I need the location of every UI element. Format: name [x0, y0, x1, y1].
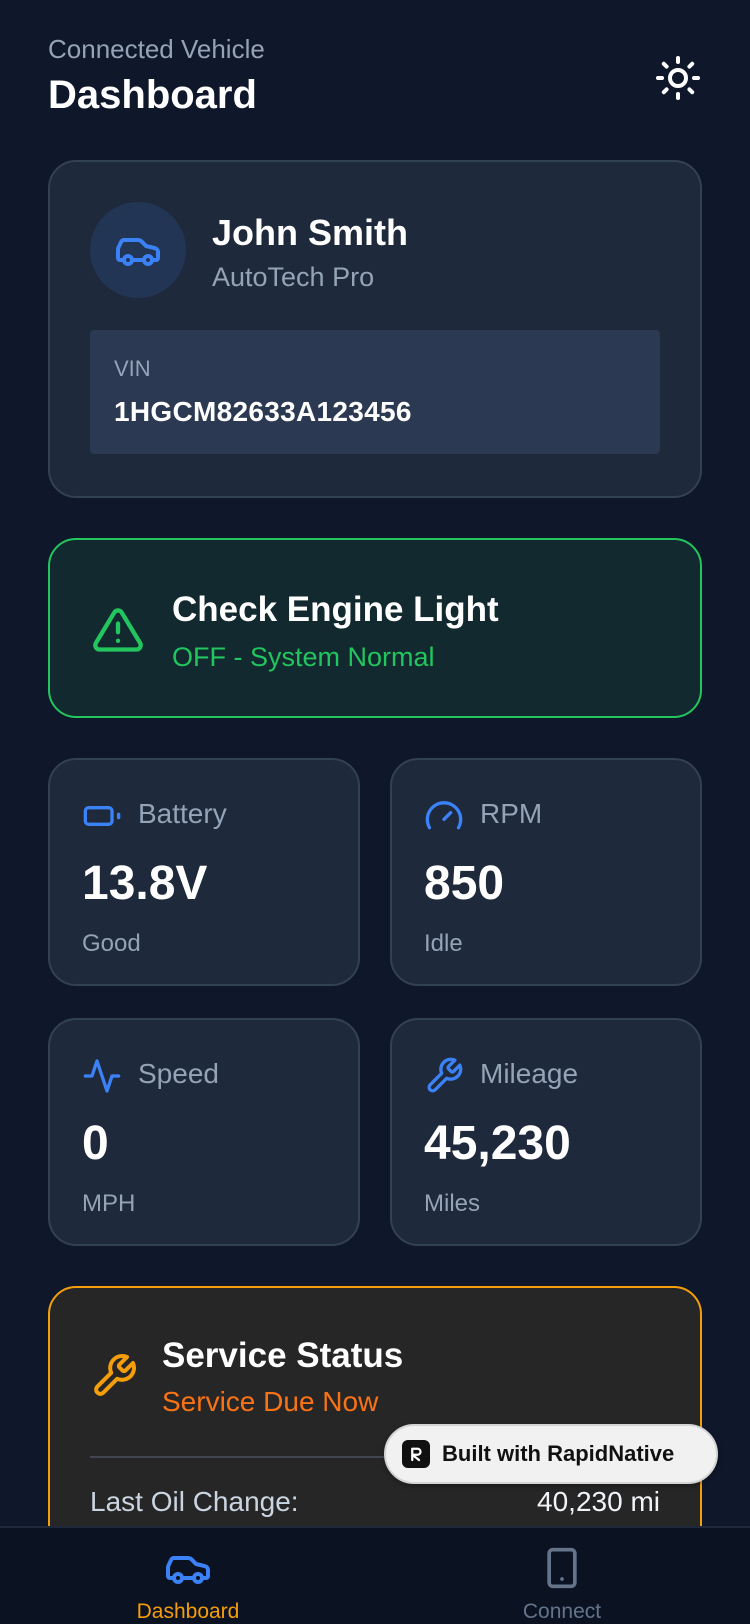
page-subtitle: Connected Vehicle	[48, 34, 265, 64]
tab-label: Dashboard	[136, 1600, 240, 1623]
gauge-icon	[424, 796, 464, 836]
metric-label: Speed	[138, 1058, 219, 1089]
smartphone-icon	[540, 1544, 584, 1597]
theme-toggle-button[interactable]	[654, 54, 702, 102]
metric-sub: Miles	[424, 1190, 481, 1217]
service-row: Last Oil Change: 40,230 mi	[90, 1486, 660, 1518]
bottom-nav: Dashboard Connect	[0, 1526, 750, 1624]
sun-icon	[656, 56, 700, 100]
user-company: AutoTech Pro	[212, 262, 375, 292]
metric-value: 850	[424, 857, 505, 910]
car-icon	[116, 238, 160, 266]
metric-value: 0	[82, 1117, 109, 1170]
badge-label: Built with RapidNative	[442, 1441, 675, 1466]
metric-value: 13.8V	[82, 857, 208, 910]
tab-connect[interactable]: Connect	[462, 1528, 662, 1624]
metric-sub: Good	[82, 930, 141, 957]
vin-label: VIN	[114, 356, 151, 381]
profile-card: John Smith AutoTech Pro VIN 1HGCM82633A1…	[48, 160, 702, 498]
metric-card-speed: Speed 0 MPH	[48, 1018, 360, 1246]
alert-status: OFF - System Normal	[172, 642, 435, 672]
vin-box: VIN 1HGCM82633A123456	[90, 330, 660, 454]
service-status: Service Due Now	[162, 1386, 379, 1417]
warning-triangle-icon	[93, 608, 143, 652]
metric-label: Mileage	[480, 1058, 579, 1089]
metric-card-rpm: RPM 850 Idle	[390, 758, 702, 986]
car-icon	[164, 1544, 212, 1597]
activity-icon	[82, 1056, 122, 1096]
metric-card-mileage: Mileage 45,230 Miles	[390, 1018, 702, 1246]
metric-sub: Idle	[424, 930, 463, 957]
service-row-label: Last Oil Change:	[90, 1486, 299, 1517]
metric-sub: MPH	[82, 1190, 136, 1217]
alert-icon-wrap	[90, 604, 146, 661]
metric-value: 45,230	[424, 1117, 571, 1170]
metric-label: RPM	[480, 798, 543, 829]
wrench-icon	[90, 1352, 138, 1405]
user-name: John Smith	[212, 212, 408, 253]
service-title: Service Status	[162, 1336, 404, 1375]
tab-label: Connect	[522, 1600, 602, 1623]
service-row-value: 40,230 mi	[537, 1486, 660, 1517]
avatar	[90, 202, 186, 298]
rapidnative-logo-icon	[402, 1440, 430, 1468]
check-engine-card: Check Engine Light OFF - System Normal	[48, 538, 702, 718]
vin-value: 1HGCM82633A123456	[114, 396, 412, 427]
alert-title: Check Engine Light	[172, 590, 499, 629]
battery-icon	[82, 796, 122, 836]
page-title: Dashboard	[48, 73, 257, 117]
metric-label: Battery	[138, 798, 227, 829]
built-with-badge[interactable]: Built with RapidNative	[384, 1424, 718, 1484]
wrench-icon	[424, 1056, 464, 1096]
tab-dashboard[interactable]: Dashboard	[88, 1528, 288, 1624]
header: Connected Vehicle Dashboard	[48, 34, 702, 124]
metric-card-battery: Battery 13.8V Good	[48, 758, 360, 986]
